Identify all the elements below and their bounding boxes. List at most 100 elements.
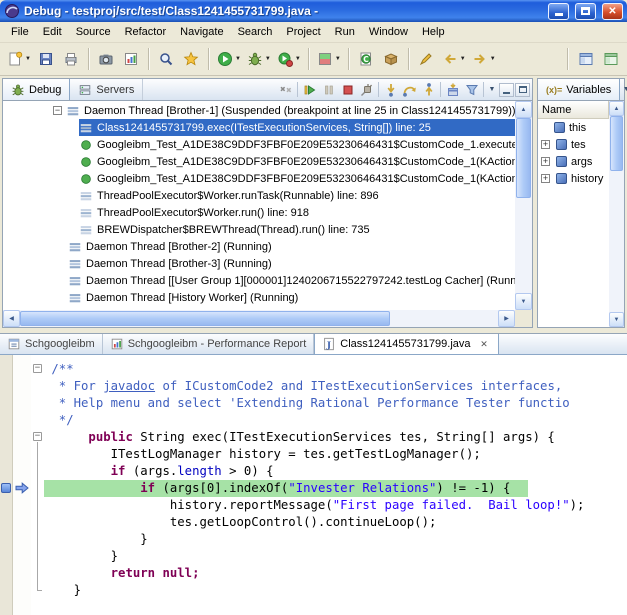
dropdown-arrow-icon[interactable]: ▼ xyxy=(235,56,241,62)
new-wizard-button[interactable]: ▼ xyxy=(4,47,34,72)
scroll-up-arrow[interactable]: ▲ xyxy=(515,101,532,118)
debug-tree-row[interactable]: Googleibm_Test_A1DE38C9DDF3FBF0E209E5323… xyxy=(3,170,515,187)
search-button[interactable] xyxy=(154,47,179,72)
menu-edit[interactable]: Edit xyxy=(36,23,69,41)
menu-project[interactable]: Project xyxy=(279,23,327,41)
view-menu-icon[interactable]: ▼ xyxy=(486,80,498,100)
variable-row[interactable]: +args xyxy=(538,153,609,170)
menu-search[interactable]: Search xyxy=(231,23,280,41)
variable-row[interactable]: this xyxy=(538,119,609,136)
vscroll-thumb[interactable] xyxy=(610,116,623,171)
code-editor[interactable]: −− /** * For javadoc of ICustomCode2 and… xyxy=(0,355,627,615)
last-edit-location-button[interactable] xyxy=(414,47,439,72)
annotation-ruler[interactable] xyxy=(13,355,31,615)
maximize-button[interactable] xyxy=(575,3,596,20)
debug-tree-row[interactable]: Daemon Thread [Brother-3] (Running) xyxy=(3,255,515,272)
tree-expander-icon[interactable]: − xyxy=(53,106,62,115)
scroll-right-arrow[interactable]: ▶ xyxy=(498,310,515,327)
view-tab-debug[interactable]: Debug xyxy=(3,79,70,100)
hscroll-thumb[interactable] xyxy=(20,311,390,326)
editor-tab[interactable]: Schgoogleibm - Performance Report xyxy=(103,334,315,354)
view-tab-servers[interactable]: Servers xyxy=(70,79,143,100)
step-into-button[interactable] xyxy=(381,80,400,100)
debug-button[interactable]: ▼ xyxy=(244,47,274,72)
step-filters-button[interactable] xyxy=(462,80,481,100)
print-button[interactable] xyxy=(59,47,84,72)
menu-run[interactable]: Run xyxy=(328,23,362,41)
external-tools-button[interactable] xyxy=(179,47,204,72)
debug-tree-hscrollbar[interactable]: ◀ ▶ xyxy=(3,310,515,327)
dropdown-arrow-icon[interactable]: ▼ xyxy=(490,56,496,62)
tree-expander-icon[interactable]: + xyxy=(541,140,550,149)
new-package-button[interactable] xyxy=(379,47,404,72)
remove-terminated-button[interactable] xyxy=(276,80,295,100)
debug-tree-row[interactable]: ThreadPoolExecutor$Worker.run() line: 91… xyxy=(3,204,515,221)
vscroll-thumb[interactable] xyxy=(516,118,531,198)
editor-tab[interactable]: Schgoogleibm xyxy=(0,334,103,354)
debug-tree-row[interactable]: Daemon Thread [Brother-2] (Running) xyxy=(3,238,515,255)
menu-navigate[interactable]: Navigate xyxy=(173,23,230,41)
resume-button[interactable] xyxy=(300,80,319,100)
drop-to-frame-button[interactable] xyxy=(443,80,462,100)
menu-refactor[interactable]: Refactor xyxy=(118,23,174,41)
step-over-button[interactable] xyxy=(400,80,419,100)
variables-view-tab[interactable]: (x)= Variables xyxy=(538,79,620,100)
minimize-button[interactable] xyxy=(548,3,569,20)
close-tab-icon[interactable]: ✕ xyxy=(478,338,491,351)
terminate-button[interactable] xyxy=(338,80,357,100)
step-return-button[interactable] xyxy=(419,80,438,100)
variables-column-name[interactable]: Name xyxy=(538,101,609,119)
dropdown-arrow-icon[interactable]: ▼ xyxy=(460,56,466,62)
variable-row[interactable]: +tes xyxy=(538,136,609,153)
suspend-button[interactable] xyxy=(319,80,338,100)
menu-window[interactable]: Window xyxy=(362,23,415,41)
close-button[interactable]: ✕ xyxy=(602,3,623,20)
run-button[interactable]: ▼ xyxy=(214,47,244,72)
dropdown-arrow-icon[interactable]: ▼ xyxy=(335,56,341,62)
debug-tree-row[interactable]: Daemon Thread [[User Group 1][000001]124… xyxy=(3,272,515,289)
debug-tree-row[interactable]: ThreadPoolExecutor$Worker.runTask(Runnab… xyxy=(3,187,515,204)
variable-row[interactable]: +history xyxy=(538,170,609,187)
toolbar-separator xyxy=(208,48,210,70)
debug-tree-row[interactable]: Daemon Thread [History Worker] (Running) xyxy=(3,289,515,306)
menu-file[interactable]: File xyxy=(4,23,36,41)
fold-collapse-icon[interactable]: − xyxy=(33,364,42,373)
minimize-view-button[interactable] xyxy=(499,83,514,97)
test-report-button[interactable] xyxy=(119,47,144,72)
menu-source[interactable]: Source xyxy=(69,23,118,41)
fold-ruler[interactable]: −− xyxy=(31,355,44,615)
profile-button[interactable]: ▼ xyxy=(274,47,304,72)
scroll-down-arrow[interactable]: ▼ xyxy=(515,293,532,310)
debug-tree-row[interactable]: −Daemon Thread [Brother-1] (Suspended (b… xyxy=(3,102,515,119)
debug-tree-row[interactable]: Class1241455731799.exec(ITestExecutionSe… xyxy=(3,119,515,136)
editor-tab[interactable]: Class1241455731799.java✕ xyxy=(314,334,498,354)
variables-vscrollbar[interactable]: ▲ ▼ xyxy=(609,101,624,327)
java-perspective-button[interactable] xyxy=(573,47,598,72)
record-test-button[interactable] xyxy=(94,47,119,72)
dropdown-arrow-icon[interactable]: ▼ xyxy=(25,56,31,62)
scroll-up-arrow[interactable]: ▲ xyxy=(609,101,624,116)
back-button[interactable]: ▼ xyxy=(439,47,469,72)
star-icon xyxy=(183,51,199,67)
debug-tree-vscrollbar[interactable]: ▲ ▼ xyxy=(515,101,532,310)
menu-help[interactable]: Help xyxy=(415,23,452,41)
debug-tree-row[interactable]: Googleibm_Test_A1DE38C9DDF3FBF0E209E5323… xyxy=(3,153,515,170)
save-button[interactable] xyxy=(34,47,59,72)
debug-perspective-button[interactable] xyxy=(598,47,623,72)
coverage-button[interactable]: ▼ xyxy=(314,47,344,72)
debug-tree-row[interactable]: BREWDispatcher$BREWThread(Thread).run() … xyxy=(3,221,515,238)
tree-expander-icon[interactable]: + xyxy=(541,174,550,183)
dropdown-arrow-icon[interactable]: ▼ xyxy=(295,56,301,62)
new-class-button[interactable] xyxy=(354,47,379,72)
view-menu-icon[interactable]: ▼ xyxy=(620,80,627,100)
fold-collapse-icon[interactable]: − xyxy=(33,432,42,441)
dropdown-arrow-icon[interactable]: ▼ xyxy=(265,56,271,62)
disconnect-button[interactable] xyxy=(357,80,376,100)
tree-expander-icon[interactable]: + xyxy=(541,157,550,166)
scroll-left-arrow[interactable]: ◀ xyxy=(3,310,20,327)
maximize-view-button[interactable] xyxy=(515,83,530,97)
scroll-down-arrow[interactable]: ▼ xyxy=(609,312,624,327)
forward-button[interactable]: ▼ xyxy=(469,47,499,72)
tree-item-label: Daemon Thread [[User Group 1][000001]124… xyxy=(86,275,515,287)
debug-tree-row[interactable]: Googleibm_Test_A1DE38C9DDF3FBF0E209E5323… xyxy=(3,136,515,153)
